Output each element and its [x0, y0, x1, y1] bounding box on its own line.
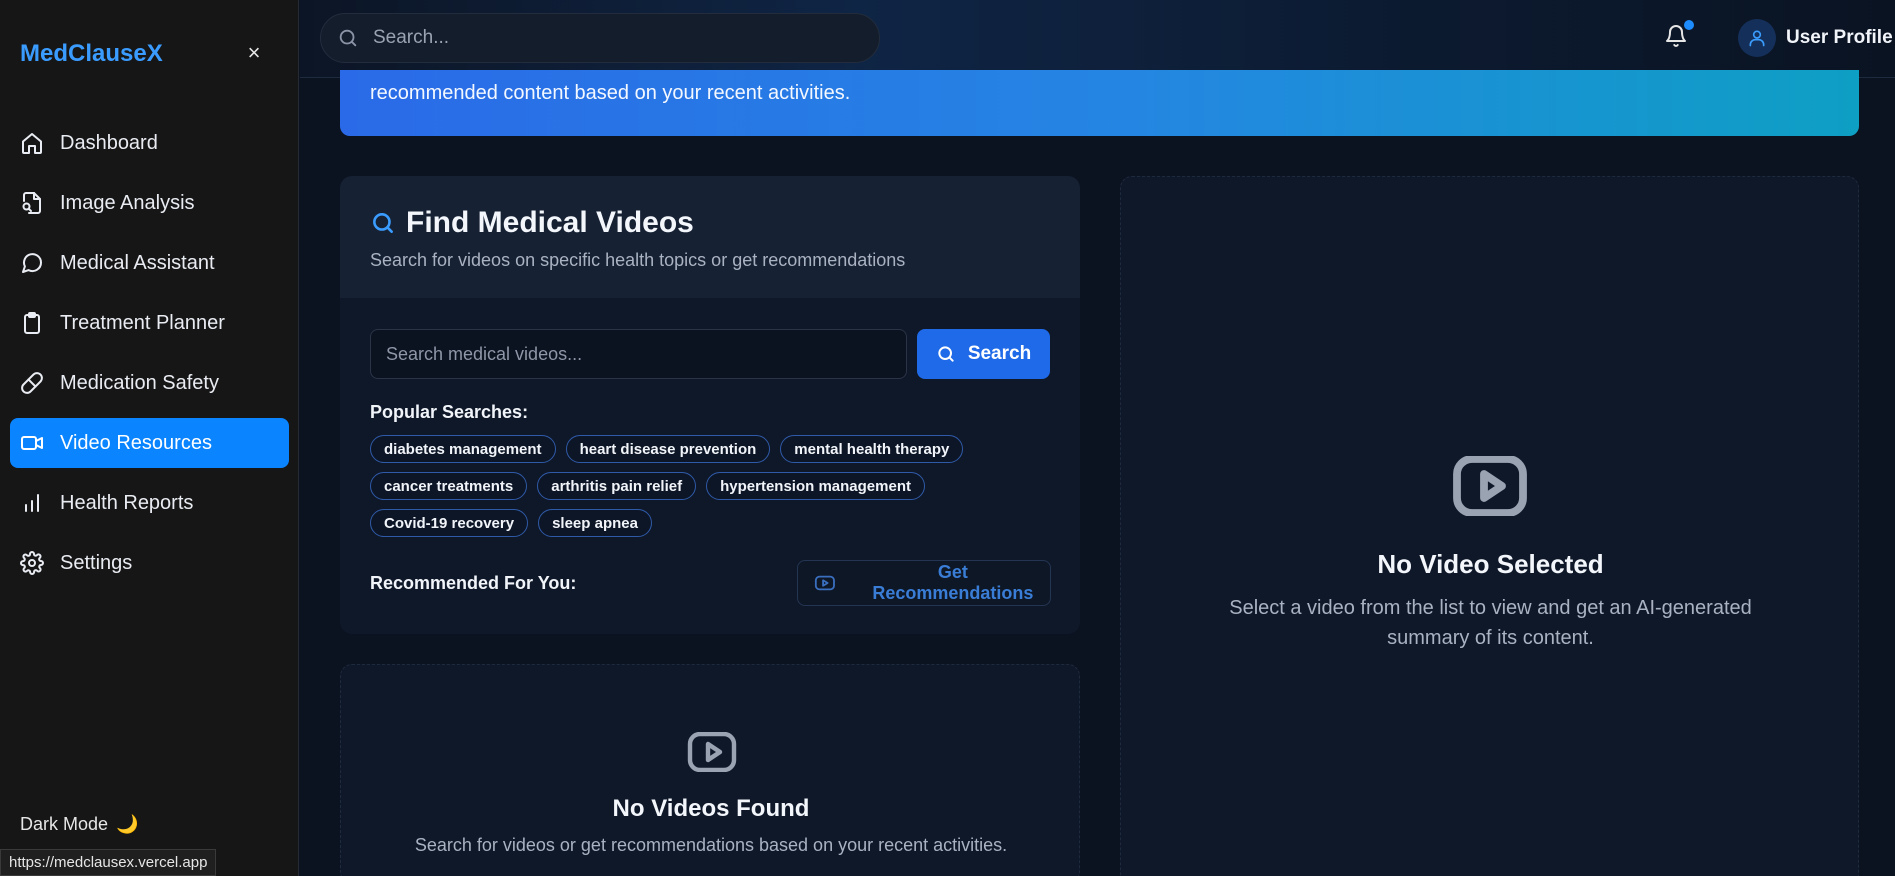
video-search-input[interactable] [370, 329, 907, 379]
close-icon: × [247, 40, 261, 65]
search-icon [373, 213, 393, 233]
popular-search-chip[interactable]: cancer treatments [370, 472, 528, 500]
sidebar-item-label: Image Analysis [60, 191, 195, 214]
find-videos-panel: Find Medical Videos Search for videos on… [340, 176, 1080, 634]
sidebar-item-label: Dashboard [60, 131, 158, 154]
sidebar-item-label: Medication Safety [60, 371, 219, 394]
recommended-label: Recommended For You: [370, 573, 577, 593]
video-results-panel: No Videos Found Search for videos or get… [340, 664, 1080, 876]
video-camera-icon [21, 436, 43, 450]
dark-mode-label: Dark Mode [20, 814, 109, 834]
brand-logo[interactable]: MedClauseX [20, 40, 163, 68]
sidebar-item-dashboard[interactable]: Dashboard [10, 118, 289, 168]
avatar [1738, 19, 1776, 57]
sidebar-item-image-analysis[interactable]: Image Analysis [10, 178, 289, 228]
get-recommendations-button[interactable]: Get Recommendations [797, 560, 1051, 606]
popular-search-chip[interactable]: diabetes management [370, 435, 556, 463]
moon-icon: 🌙 [116, 814, 139, 834]
youtube-icon [1453, 455, 1527, 517]
find-videos-subtitle: Search for videos on specific health top… [370, 250, 906, 270]
global-search-input[interactable] [373, 27, 853, 49]
sidebar-item-label: Video Resources [60, 431, 212, 454]
sidebar-item-label: Medical Assistant [60, 251, 215, 274]
sidebar-nav: Dashboard Image Analysis Medical Assista… [10, 118, 289, 598]
no-video-selected-title: No Video Selected [1377, 549, 1604, 579]
video-search-button[interactable]: Search [917, 329, 1050, 379]
bar-chart-icon [25, 494, 39, 512]
youtube-icon [814, 575, 835, 591]
sidebar-item-medical-assistant[interactable]: Medical Assistant [10, 238, 289, 288]
search-button-label: Search [967, 343, 1032, 364]
popular-search-chip[interactable]: Covid-19 recovery [370, 509, 529, 537]
sidebar-item-settings[interactable]: Settings [10, 538, 289, 588]
no-video-selected-subtitle: Select a video from the list to view and… [1229, 597, 1752, 649]
sidebar-item-treatment-planner[interactable]: Treatment Planner [10, 298, 289, 348]
sidebar-item-video-resources[interactable]: Video Resources [10, 418, 289, 468]
profile-name: User Profile [1786, 27, 1893, 48]
dark-mode-toggle[interactable]: Dark Mode 🌙 [20, 814, 138, 835]
find-videos-header: Find Medical Videos Search for videos on… [340, 176, 1080, 298]
popular-search-chip[interactable]: arthritis pain relief [537, 472, 697, 500]
search-icon [339, 29, 357, 47]
user-icon [1749, 30, 1765, 47]
sidebar-item-medication-safety[interactable]: Medication Safety [10, 358, 289, 408]
youtube-icon [687, 731, 737, 773]
welcome-banner: recommended content based on your recent… [340, 70, 1859, 136]
no-videos-title: No Videos Found [612, 795, 810, 822]
find-videos-title-text: Find Medical Videos [406, 206, 694, 239]
popular-search-chip[interactable]: hypertension management [706, 472, 925, 500]
sidebar-item-health-reports[interactable]: Health Reports [10, 478, 289, 528]
pill-icon [21, 372, 43, 394]
close-sidebar-button[interactable]: × [240, 40, 268, 68]
notification-dot [1684, 20, 1694, 30]
home-icon [22, 133, 42, 154]
sidebar-item-label: Settings [60, 551, 133, 574]
chat-bubble-icon [22, 253, 43, 273]
link-status-url: https://medclausex.vercel.app [0, 849, 217, 876]
popular-search-chip[interactable]: heart disease prevention [565, 435, 771, 463]
popular-searches: diabetes management heart disease preven… [370, 435, 990, 537]
no-videos-subtitle: Search for videos or get recommendations… [414, 835, 1008, 855]
video-viewer-panel: No Video Selected Select a video from th… [1120, 176, 1859, 876]
sidebar-item-label: Treatment Planner [60, 311, 225, 334]
notifications-button[interactable] [1664, 20, 1694, 50]
sidebar: MedClauseX × Dashboard Image Analysis Me… [0, 0, 299, 876]
popular-searches-label: Popular Searches: [370, 402, 529, 422]
file-search-icon [22, 192, 41, 214]
sidebar-item-label: Health Reports [60, 491, 194, 514]
popular-search-chip[interactable]: sleep apnea [538, 509, 652, 537]
global-search[interactable] [320, 13, 880, 63]
find-videos-title: Find Medical Videos [370, 206, 1080, 240]
clipboard-icon [24, 312, 40, 334]
popular-search-chip[interactable]: mental health therapy [780, 435, 964, 463]
banner-text: recommended content based on your recent… [370, 82, 851, 104]
top-header: User Profile [300, 0, 1895, 78]
user-profile-button[interactable]: User Profile [1738, 19, 1893, 57]
search-icon [938, 346, 954, 362]
gear-icon [20, 551, 44, 575]
get-recommendations-label: Get Recommendations [872, 562, 1034, 603]
